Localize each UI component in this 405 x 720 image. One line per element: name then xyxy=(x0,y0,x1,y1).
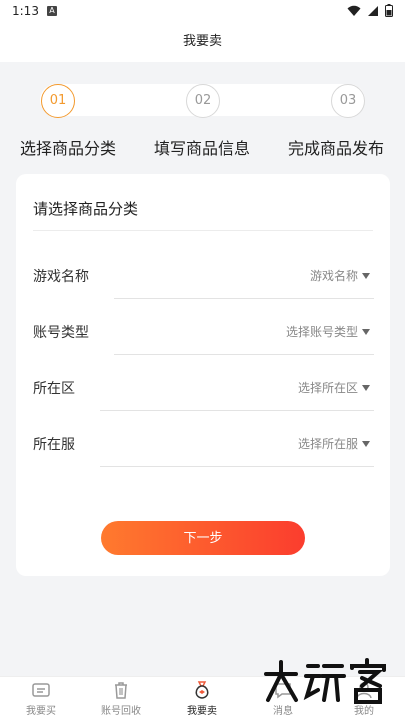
status-bar: 1:13 A xyxy=(0,0,405,24)
account-type-select[interactable]: 选择账号类型 xyxy=(286,323,370,340)
watermark-logo xyxy=(264,658,386,704)
game-name-label: 游戏名称 xyxy=(33,269,89,285)
server-select[interactable]: 选择所在服 xyxy=(298,435,370,452)
trash-icon xyxy=(115,682,127,699)
server-row: 所在服 选择所在服 xyxy=(16,422,390,478)
step-3-circle: 03 xyxy=(331,84,365,118)
caret-down-icon xyxy=(362,272,370,279)
server-label: 所在服 xyxy=(33,437,75,453)
account-type-label: 账号类型 xyxy=(33,325,89,341)
step-1-label: 选择商品分类 xyxy=(20,139,117,158)
ticket-icon xyxy=(32,683,50,697)
status-icons xyxy=(347,4,393,17)
wifi-icon xyxy=(347,5,361,16)
category-card: 请选择商品分类 游戏名称 游戏名称 账号类型 选择账号类型 所在区 选择所在区 … xyxy=(16,174,390,576)
server-placeholder: 选择所在服 xyxy=(297,437,358,451)
tab-recycle-label: 账号回收 xyxy=(101,706,141,717)
region-select[interactable]: 选择所在区 xyxy=(298,379,370,396)
page-title: 我要卖 xyxy=(0,24,405,62)
step-3-label: 完成商品发布 xyxy=(288,139,385,158)
region-underline xyxy=(100,410,374,411)
caret-down-icon xyxy=(362,440,370,447)
account-type-row: 账号类型 选择账号类型 xyxy=(16,310,390,366)
next-step-button[interactable]: 下一步 xyxy=(101,521,305,555)
tab-buy[interactable]: 我要买 xyxy=(1,679,81,717)
card-divider xyxy=(33,230,373,231)
game-name-underline xyxy=(114,298,374,299)
step-2-circle: 02 xyxy=(186,84,220,118)
tab-sell[interactable]: 我要卖 xyxy=(162,679,242,717)
step-1-circle: 01 xyxy=(41,84,75,118)
account-type-placeholder: 选择账号类型 xyxy=(285,325,358,339)
step-2-label: 填写商品信息 xyxy=(154,139,251,158)
game-name-row: 游戏名称 游戏名称 xyxy=(16,254,390,310)
region-row: 所在区 选择所在区 xyxy=(16,366,390,422)
notification-icon: A xyxy=(47,6,57,16)
battery-icon xyxy=(385,4,393,17)
tab-recycle[interactable]: 账号回收 xyxy=(81,679,161,717)
signal-icon xyxy=(368,5,378,16)
account-type-underline xyxy=(114,354,374,355)
game-name-placeholder: 游戏名称 xyxy=(309,269,358,283)
tab-buy-label: 我要买 xyxy=(26,706,56,717)
region-placeholder: 选择所在区 xyxy=(297,381,358,395)
caret-down-icon xyxy=(362,328,370,335)
status-time: 1:13 xyxy=(12,4,39,18)
caret-down-icon xyxy=(362,384,370,391)
server-underline xyxy=(100,466,374,467)
region-label: 所在区 xyxy=(33,381,75,397)
money-bag-icon xyxy=(195,681,209,699)
tab-sell-label: 我要卖 xyxy=(187,706,217,717)
game-name-select[interactable]: 游戏名称 xyxy=(310,267,370,284)
card-title: 请选择商品分类 xyxy=(33,200,139,218)
